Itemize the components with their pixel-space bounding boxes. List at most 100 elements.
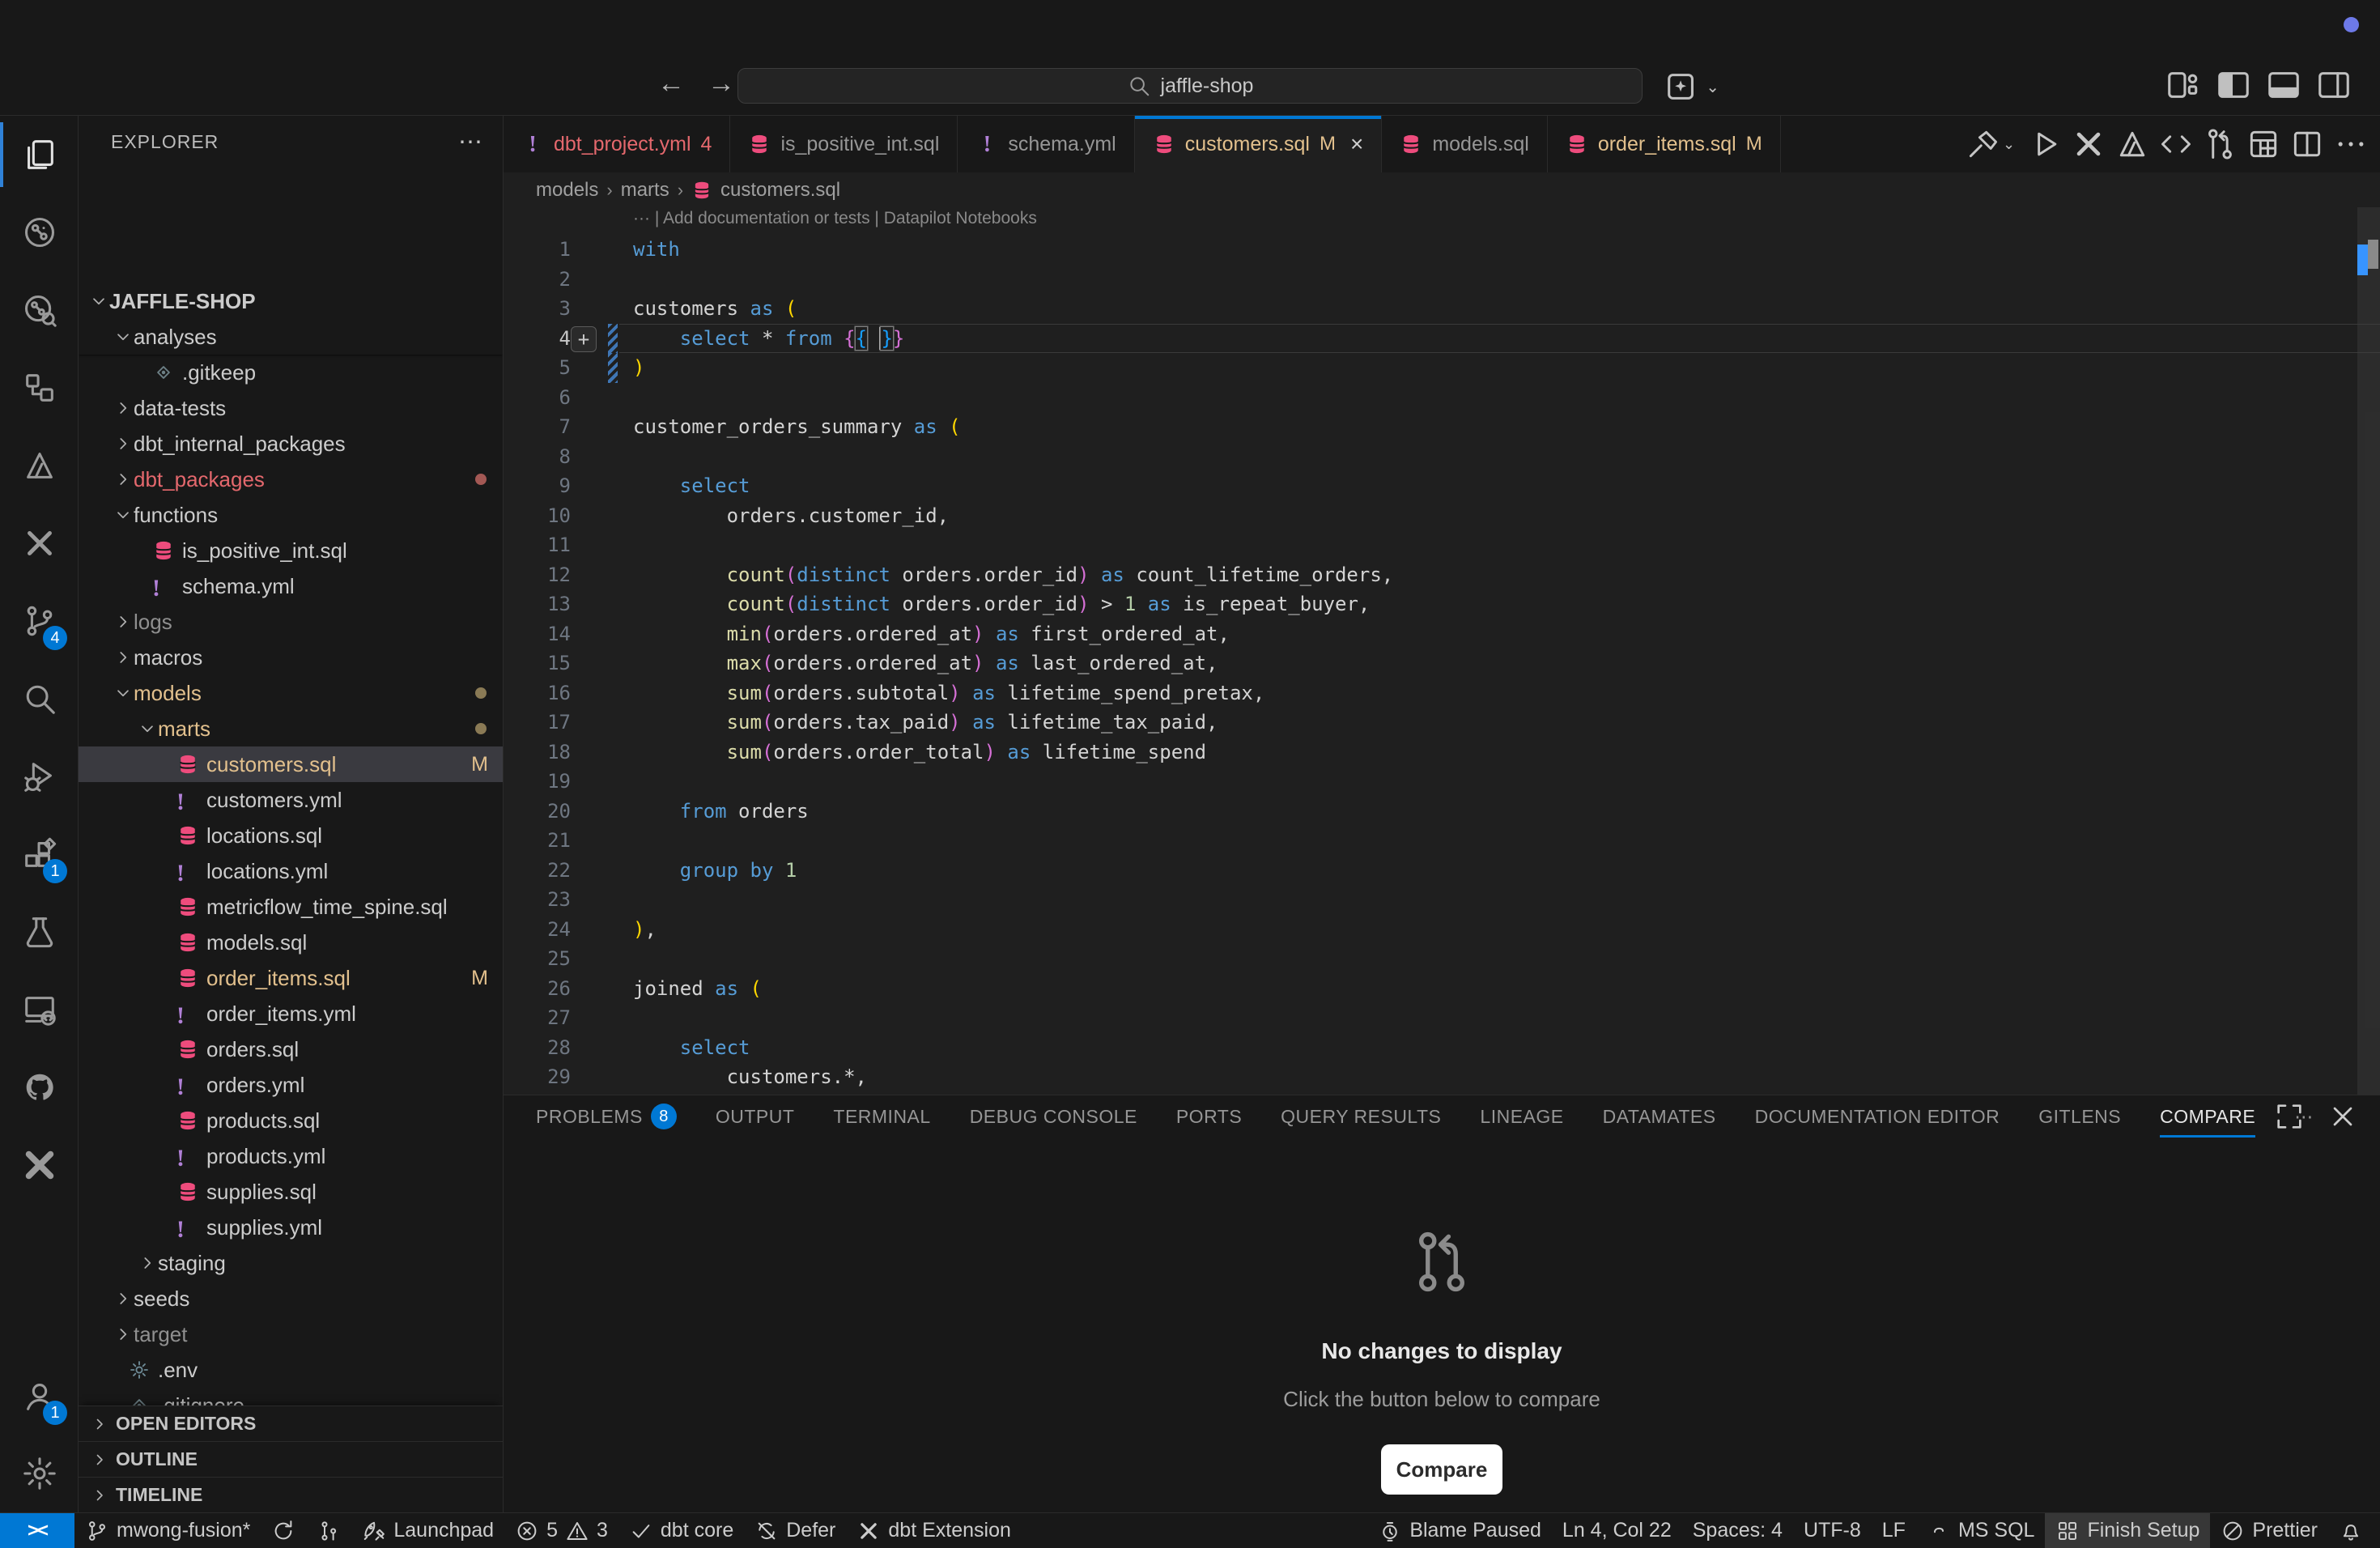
panel-tab-DOCUMENTATION EDITOR[interactable]: DOCUMENTATION EDITOR	[1755, 1095, 2000, 1138]
panel-close-icon[interactable]	[2327, 1100, 2359, 1133]
panel-tab-COMPARE[interactable]: COMPARE	[2160, 1095, 2255, 1138]
status-indentation[interactable]: Spaces: 4	[1682, 1513, 1793, 1548]
tree-item-staging[interactable]: staging	[79, 1245, 503, 1281]
tree-item-order_items.yml[interactable]: !order_items.yml	[79, 996, 503, 1031]
layout-sidebar-icon[interactable]	[2215, 66, 2252, 104]
status-language-mode[interactable]: MS SQL	[1916, 1513, 2045, 1548]
command-center-search[interactable]: jaffle-shop	[737, 68, 1643, 104]
tree-item-.env[interactable]: .env	[79, 1352, 503, 1388]
tree-item-dbt_packages[interactable]: dbt_packages	[79, 461, 503, 497]
activity-dbt[interactable]	[0, 427, 79, 504]
tab-is_positive_int.sql[interactable]: is_positive_int.sql	[730, 116, 958, 172]
breadcrumb-item[interactable]: models	[536, 179, 598, 202]
status-notifications[interactable]	[2328, 1513, 2374, 1548]
status-problems[interactable]: 5 3	[504, 1513, 618, 1548]
activity-dbt-explorer[interactable]	[0, 271, 79, 349]
activity-dbt-power-user[interactable]	[0, 504, 79, 582]
activity-github[interactable]	[0, 1048, 79, 1126]
tab-schema.yml[interactable]: ! schema.yml	[958, 116, 1134, 172]
status-finish-setup[interactable]: Finish Setup	[2045, 1513, 2210, 1548]
nav-back-icon[interactable]: ←	[657, 68, 685, 100]
show-compiled-code-icon[interactable]	[2158, 126, 2194, 162]
tab-dbt_project.yml[interactable]: ! dbt_project.yml 4	[504, 116, 730, 172]
datapilot-icon[interactable]	[2114, 126, 2150, 162]
more-actions-icon[interactable]	[2333, 126, 2369, 162]
tree-item-products.yml[interactable]: !products.yml	[79, 1138, 503, 1174]
status-blame[interactable]: Blame Paused	[1367, 1513, 1552, 1548]
panel-tab-OUTPUT[interactable]: OUTPUT	[716, 1095, 795, 1138]
compare-button[interactable]: Compare	[1381, 1444, 1502, 1495]
status-cursor-position[interactable]: Ln 4, Col 22	[1552, 1513, 1682, 1548]
panel-tab-PROBLEMS[interactable]: PROBLEMS 8	[536, 1095, 677, 1138]
tree-item-models[interactable]: models	[79, 675, 503, 711]
panel-tab-PORTS[interactable]: PORTS	[1176, 1095, 1242, 1138]
tree-item-customers.yml[interactable]: !customers.yml	[79, 782, 503, 818]
tree-item-orders.sql[interactable]: orders.sql	[79, 1031, 503, 1067]
status-dbt-extension[interactable]: dbt Extension	[846, 1513, 1022, 1548]
tree-item-customers.sql[interactable]: customers.sql M	[79, 746, 503, 782]
query-results-grid-icon[interactable]	[2246, 126, 2281, 162]
activity-run-and-debug[interactable]	[0, 738, 79, 815]
layout-panel-icon[interactable]	[2265, 66, 2302, 104]
tab-models.sql[interactable]: models.sql	[1382, 116, 1548, 172]
close-icon[interactable]: ×	[1350, 131, 1363, 157]
split-editor-icon[interactable]	[2289, 126, 2325, 162]
status-launchpad[interactable]: Launchpad	[351, 1513, 504, 1548]
tree-item-models.sql[interactable]: models.sql	[79, 925, 503, 960]
activity-search[interactable]	[0, 660, 79, 738]
section-open-editors[interactable]: OPEN EDITORS	[79, 1406, 503, 1441]
status-defer[interactable]: Defer	[744, 1513, 846, 1548]
status-encoding[interactable]: UTF-8	[1793, 1513, 1872, 1548]
explorer-more-icon[interactable]: ⋯	[458, 128, 483, 156]
panel-maximize-icon[interactable]	[2273, 1100, 2306, 1133]
activity-dbt-lineage[interactable]	[0, 194, 79, 271]
tree-item-target[interactable]: target	[79, 1316, 503, 1352]
activity-dbt-power-user-alt[interactable]	[0, 1126, 79, 1204]
git-compare-file-icon[interactable]	[2202, 126, 2238, 162]
activity-settings[interactable]	[0, 1435, 79, 1512]
tree-item-order_items.sql[interactable]: order_items.sql M	[79, 960, 503, 996]
panel-tab-DATAMATES[interactable]: DATAMATES	[1603, 1095, 1716, 1138]
activity-remote-explorer[interactable]	[0, 971, 79, 1048]
tree-item-locations.sql[interactable]: locations.sql	[79, 818, 503, 853]
tree-item-macros[interactable]: macros	[79, 640, 503, 675]
tab-order_items.sql[interactable]: order_items.sql M	[1548, 116, 1781, 172]
tree-item-schema.yml[interactable]: !schema.yml	[79, 568, 503, 604]
panel-tab-DEBUG CONSOLE[interactable]: DEBUG CONSOLE	[970, 1095, 1137, 1138]
activity-testing[interactable]	[0, 893, 79, 971]
status-branch[interactable]: mwong-fusion*	[74, 1513, 261, 1548]
dbt-power-user-action-icon[interactable]	[2071, 126, 2106, 162]
tree-item-.gitkeep[interactable]: .gitkeep	[79, 355, 503, 390]
tree-item-dbt_internal_packages[interactable]: dbt_internal_packages	[79, 426, 503, 461]
activity-accounts[interactable]: 1	[0, 1357, 79, 1435]
activity-explorer[interactable]	[0, 116, 79, 194]
tree-item-logs[interactable]: logs	[79, 604, 503, 640]
breadcrumb-item[interactable]: customers.sql	[720, 179, 840, 202]
tree-item-data-tests[interactable]: data-tests	[79, 390, 503, 426]
tree-item-supplies.yml[interactable]: !supplies.yml	[79, 1210, 503, 1245]
tree-item-orders.yml[interactable]: !orders.yml	[79, 1067, 503, 1103]
dbt-build-icon[interactable]	[1966, 126, 2001, 162]
tree-item-analyses[interactable]: analyses	[79, 319, 503, 355]
section-timeline[interactable]: TIMELINE	[79, 1477, 503, 1512]
layout-secondary-icon[interactable]	[2315, 66, 2352, 104]
activity-extensions[interactable]: 1	[0, 815, 79, 893]
tree-item-marts[interactable]: marts	[79, 711, 503, 746]
activity-schema-visualizer[interactable]	[0, 349, 79, 427]
nav-forward-icon[interactable]: →	[708, 68, 735, 100]
editor-scrollbar[interactable]	[2357, 207, 2380, 1095]
add-comment-icon[interactable]: +	[571, 326, 597, 352]
activity-source-control[interactable]: 4	[0, 582, 79, 660]
remote-indicator[interactable]: ><	[0, 1513, 74, 1548]
layout-customize-icon[interactable]	[2165, 66, 2202, 104]
tree-item-JAFFLE-SHOP[interactable]: JAFFLE-SHOP	[79, 283, 503, 319]
copilot-chevron-icon[interactable]: ⌄	[1706, 77, 1719, 97]
run-query-icon[interactable]	[2027, 126, 2063, 162]
section-outline[interactable]: OUTLINE	[79, 1441, 503, 1477]
tree-item-products.sql[interactable]: products.sql	[79, 1103, 503, 1138]
status-dbt-core[interactable]: dbt core	[618, 1513, 744, 1548]
breadcrumb-item[interactable]: marts	[621, 179, 669, 202]
panel-tab-LINEAGE[interactable]: LINEAGE	[1480, 1095, 1563, 1138]
panel-tab-TERMINAL[interactable]: TERMINAL	[833, 1095, 930, 1138]
tree-item-supplies.sql[interactable]: supplies.sql	[79, 1174, 503, 1210]
